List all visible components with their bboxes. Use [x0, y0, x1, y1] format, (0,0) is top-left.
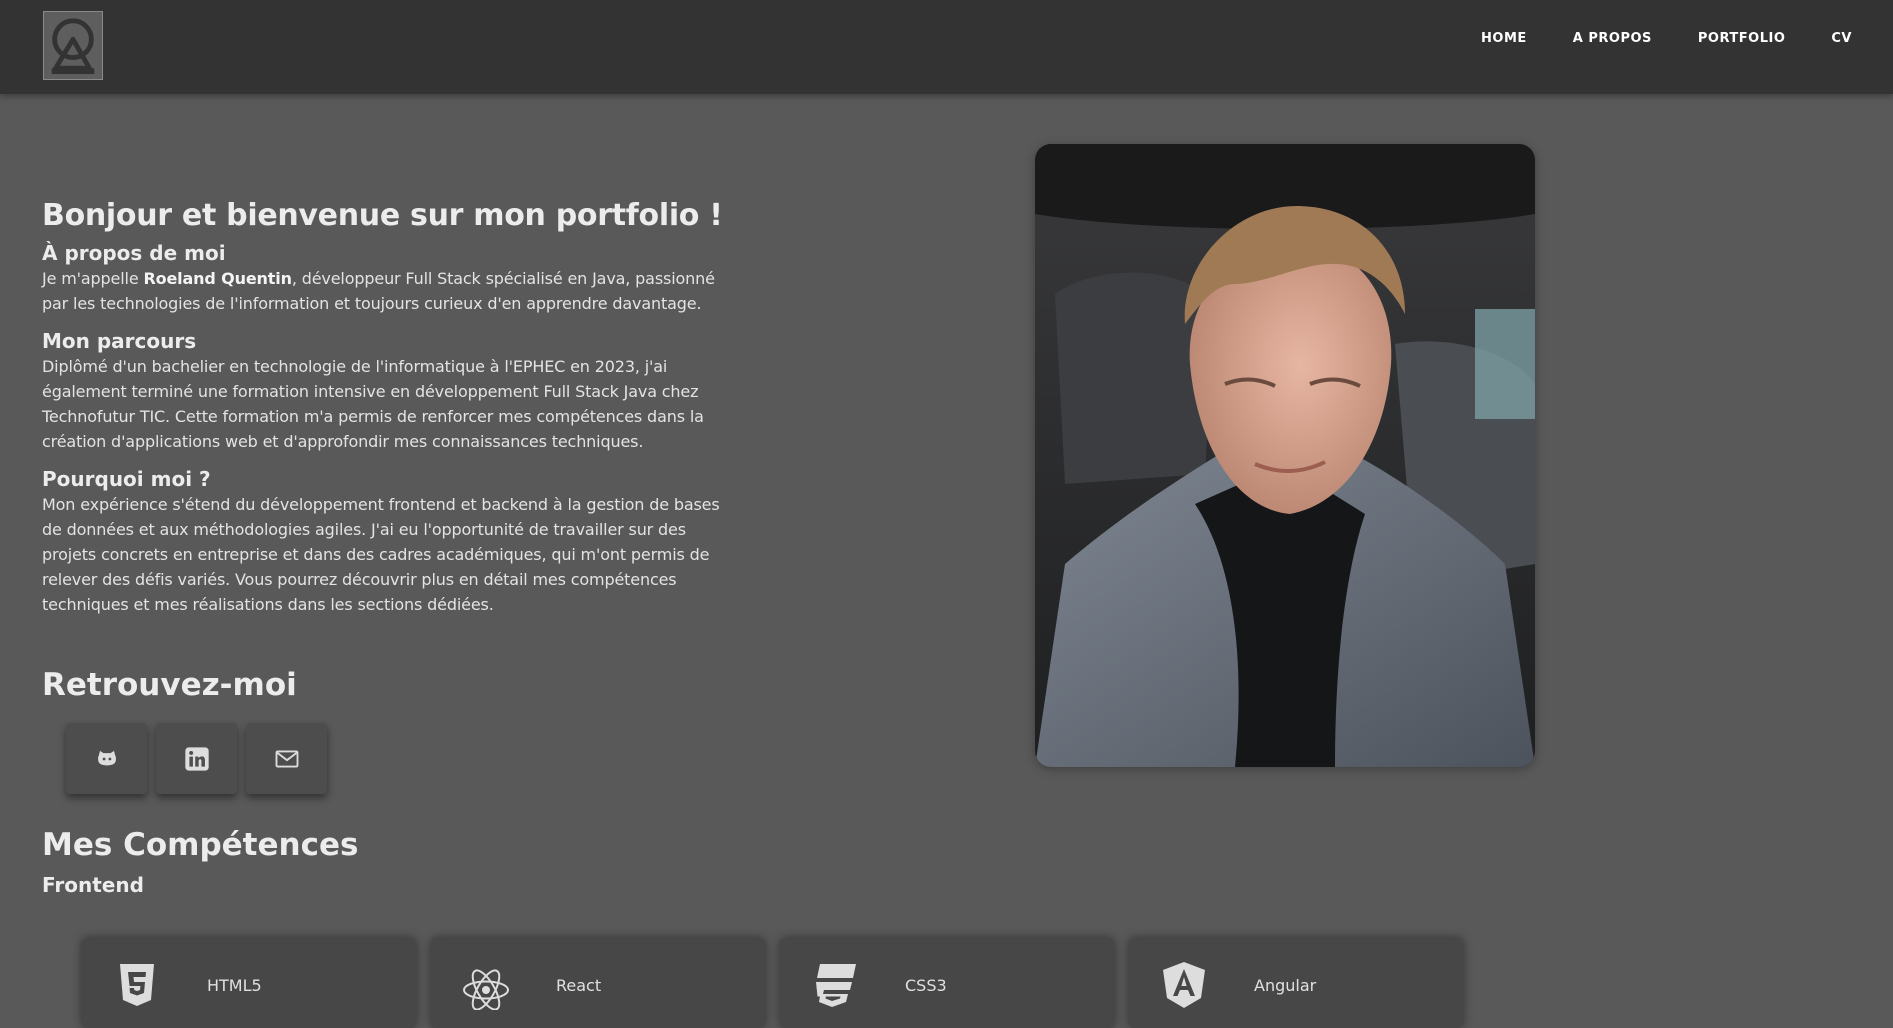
- react-icon: [463, 969, 509, 1010]
- mail-icon: [275, 749, 298, 768]
- main-nav: HOME A PROPOS PORTFOLIO CV: [1458, 30, 1893, 48]
- portrait-image: [1035, 144, 1535, 767]
- skill-card-html5[interactable]: HTML5: [82, 938, 416, 1028]
- mail-button[interactable]: [246, 723, 327, 794]
- skills-subheading: Frontend: [42, 873, 144, 897]
- nav-cv[interactable]: CV: [1808, 30, 1893, 48]
- about-name: Roeland Quentin: [143, 269, 292, 288]
- skill-card-react[interactable]: React: [431, 938, 765, 1028]
- site-header: HOME A PROPOS PORTFOLIO CV: [0, 0, 1893, 94]
- about-heading: À propos de moi: [42, 241, 226, 265]
- pourquoi-heading: Pourquoi moi ?: [42, 467, 211, 491]
- skill-card-angular[interactable]: Angular: [1129, 938, 1463, 1028]
- skill-card-css3[interactable]: CSS3: [780, 938, 1114, 1028]
- social-links: [66, 723, 327, 794]
- logo-q-icon: [51, 18, 95, 75]
- pourquoi-text: Mon expérience s'étend du développement …: [42, 495, 720, 614]
- linkedin-icon: [184, 746, 209, 771]
- parcours-heading: Mon parcours: [42, 329, 197, 353]
- about-text: Je m'appelle Roeland Quentin, développeu…: [42, 266, 732, 316]
- skill-label: Angular: [1254, 976, 1317, 995]
- nav-a-propos[interactable]: A PROPOS: [1550, 30, 1675, 48]
- page-title: Bonjour et bienvenue sur mon portfolio !: [42, 198, 723, 233]
- skills-heading: Mes Compétences: [42, 827, 359, 863]
- github-button[interactable]: [66, 723, 147, 794]
- intro-section: Bonjour et bienvenue sur mon portfolio !…: [42, 196, 732, 617]
- about-prefix: Je m'appelle: [42, 269, 144, 288]
- contact-heading: Retrouvez-moi: [42, 667, 297, 703]
- skill-label: HTML5: [207, 976, 262, 995]
- profile-photo: [1035, 144, 1535, 767]
- linkedin-button[interactable]: [156, 723, 237, 794]
- nav-portfolio[interactable]: PORTFOLIO: [1675, 30, 1808, 48]
- nav-home[interactable]: HOME: [1458, 30, 1550, 48]
- css3-icon: [816, 964, 856, 1007]
- parcours-text: Diplômé d'un bachelier en technologie de…: [42, 357, 704, 451]
- site-logo[interactable]: [43, 11, 103, 80]
- github-icon: [97, 750, 116, 765]
- skill-label: React: [556, 976, 602, 995]
- skill-cards: HTML5 React CSS3 Angular: [82, 938, 1463, 1028]
- angular-icon: [1163, 962, 1205, 1008]
- skill-label: CSS3: [905, 976, 947, 995]
- html5-icon: [120, 964, 154, 1006]
